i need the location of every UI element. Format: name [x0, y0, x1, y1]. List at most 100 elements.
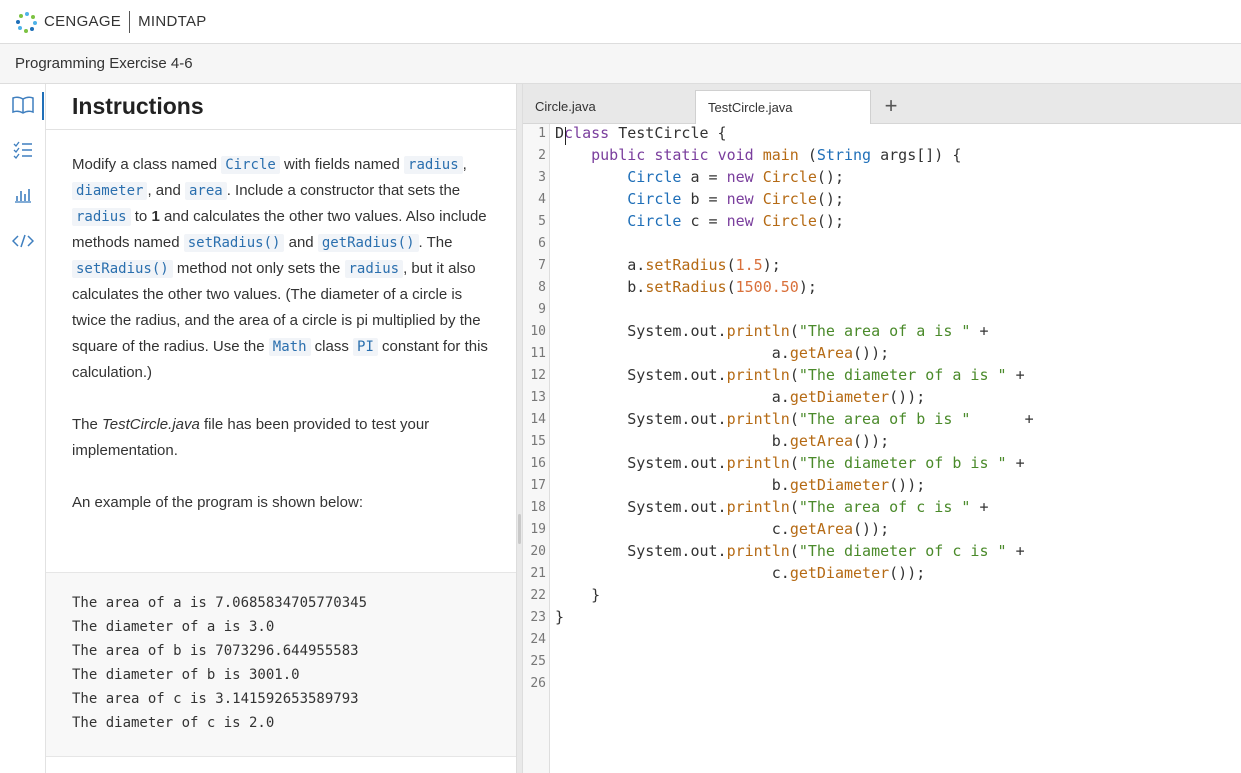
- line-number: 24: [530, 632, 546, 647]
- code-token: (: [789, 498, 799, 516]
- code-radius: radius: [404, 156, 463, 174]
- example-line: The area of a is 7.0685834705770345: [72, 595, 368, 611]
- code-token: getDiameter: [789, 388, 890, 406]
- text-cursor: [565, 127, 566, 145]
- code-token: println: [726, 322, 790, 340]
- splitter-handle[interactable]: [518, 514, 521, 544]
- add-tab-button[interactable]: +: [871, 89, 911, 123]
- line-number: 2: [538, 148, 546, 163]
- code-token: Circle: [762, 190, 817, 208]
- line-number: 8: [538, 280, 546, 295]
- code-token: public: [591, 146, 646, 164]
- line-number: 10: [530, 324, 546, 339]
- code-token: (: [789, 366, 799, 384]
- line-number: 23: [530, 610, 546, 625]
- code-token: ());: [853, 432, 890, 450]
- code-token: (: [798, 146, 817, 164]
- line-number: 3: [538, 170, 546, 185]
- code-token: args[]) {: [871, 146, 962, 164]
- text: and: [284, 234, 318, 251]
- instructions-heading: Instructions: [46, 84, 516, 130]
- line-number: 21: [530, 566, 546, 581]
- code-token: "The area of b is ": [798, 410, 971, 428]
- code-token: b.: [627, 278, 646, 296]
- code-line: a.getArea());: [555, 344, 889, 362]
- code-token: Circle: [762, 168, 817, 186]
- code-token: setRadius: [645, 278, 727, 296]
- code-token: static: [654, 146, 709, 164]
- code-circle: Circle: [221, 156, 280, 174]
- tab-testcircle-java[interactable]: TestCircle.java: [695, 90, 871, 124]
- code-token: System.out.: [627, 366, 727, 384]
- line-number: 19: [530, 522, 546, 537]
- code-line: b.getDiameter());: [555, 476, 926, 494]
- code-token: +: [970, 410, 1034, 428]
- code-token: println: [726, 410, 790, 428]
- code-line: Dclass TestCircle {: [555, 124, 727, 142]
- line-number: 22: [530, 588, 546, 603]
- code-token: (: [789, 410, 799, 428]
- line-number: 4: [538, 192, 546, 207]
- example-line: The diameter of c is 2.0: [72, 715, 275, 731]
- panel-splitter[interactable]: [516, 84, 523, 773]
- line-number: 12: [530, 368, 546, 383]
- code-token: ());: [889, 388, 926, 406]
- code-token: new: [726, 190, 754, 208]
- editor-tabs: Circle.java TestCircle.java +: [523, 84, 1241, 124]
- text: , and: [147, 182, 185, 199]
- code-line: System.out.println("The area of c is " +: [555, 498, 989, 516]
- code-token: System.out.: [627, 410, 727, 428]
- line-number: 15: [530, 434, 546, 449]
- code-line: }: [555, 608, 565, 626]
- code-token: new: [726, 168, 754, 186]
- code-icon[interactable]: [12, 230, 34, 252]
- code-token: getArea: [789, 344, 854, 362]
- file-name: TestCircle.java: [102, 416, 200, 433]
- line-number: 16: [530, 456, 546, 471]
- line-number: 18: [530, 500, 546, 515]
- code-token: String: [816, 146, 872, 164]
- code-token: class: [564, 124, 610, 142]
- bold-one: 1: [151, 208, 160, 225]
- instructions-panel[interactable]: Instructions Modify a class named Circle…: [46, 84, 516, 773]
- instructions-paragraph-3: An example of the program is shown below…: [72, 494, 363, 511]
- code-line: Circle c = new Circle();: [555, 212, 844, 230]
- code-area[interactable]: 1 2 3 4 5 6 7 8 9 10 11 12 13 14 15 16 1…: [523, 124, 1241, 773]
- book-icon[interactable]: [12, 94, 34, 116]
- text: method not only sets the: [172, 260, 345, 277]
- code-radius: radius: [72, 208, 131, 226]
- code-token: D: [555, 124, 565, 142]
- code-token: getDiameter: [789, 564, 890, 582]
- code-token: System.out.: [627, 322, 727, 340]
- code-token: ();: [816, 168, 844, 186]
- code-getradius: getRadius(): [317, 234, 419, 252]
- code-token: println: [726, 542, 790, 560]
- brand-divider: [129, 10, 131, 33]
- instructions-body: Modify a class named Circle with fields …: [46, 130, 516, 516]
- code-token: "The area of c is ": [798, 498, 971, 516]
- code-line: c.getDiameter());: [555, 564, 926, 582]
- code-line: System.out.println("The diameter of a is…: [555, 366, 1024, 384]
- chart-icon[interactable]: [12, 184, 34, 206]
- code-token: +: [970, 498, 989, 516]
- code-line: b.getArea());: [555, 432, 889, 450]
- code-token: (: [789, 454, 799, 472]
- example-line: The area of b is 7073296.644955583: [72, 643, 359, 659]
- example-line: The diameter of a is 3.0: [72, 619, 275, 635]
- text: . Include a constructor that sets the: [226, 182, 461, 199]
- exercise-title-bar: Programming Exercise 4-6: [0, 44, 1241, 84]
- tab-circle-java[interactable]: Circle.java: [523, 89, 695, 123]
- code-token: b.: [771, 432, 790, 450]
- code-math: Math: [268, 338, 311, 356]
- checklist-icon[interactable]: [12, 139, 34, 161]
